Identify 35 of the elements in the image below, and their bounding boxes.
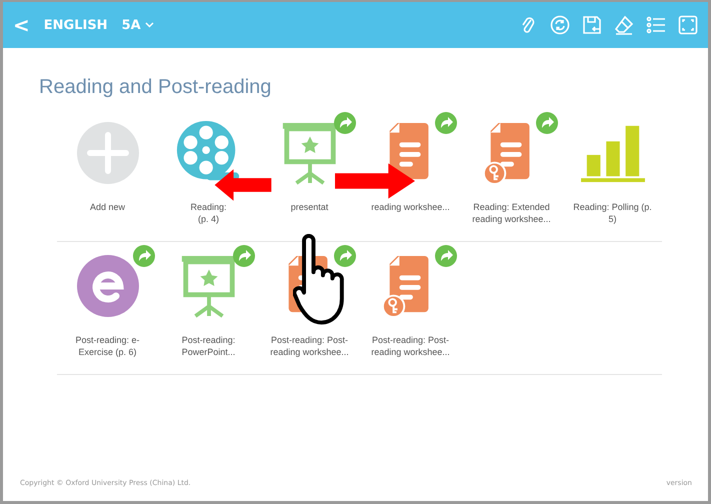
e-exercise-icon [76, 254, 140, 318]
item-label[interactable]: Post-reading: e- [75, 334, 140, 346]
share-icon[interactable] [332, 244, 356, 268]
item-label[interactable]: Exercise (p. 6) [78, 346, 136, 358]
item-label[interactable]: reading workshee... [371, 346, 450, 358]
item-label[interactable]: Post-reading: Post- [270, 334, 348, 346]
sync-icon[interactable] [550, 15, 570, 35]
chevron-down-icon [144, 22, 154, 28]
item-label[interactable]: Reading: [190, 201, 227, 213]
item-label[interactable]: Reading: Polling (p. [573, 201, 652, 213]
share-icon[interactable] [332, 111, 356, 135]
item-label[interactable]: reading workshee... [472, 213, 551, 225]
item-label[interactable]: PowerPoint... [182, 346, 236, 358]
add-icon[interactable] [76, 121, 140, 185]
item-label[interactable]: reading workshee... [270, 346, 349, 358]
subject-title: ENGLISH [44, 18, 108, 32]
hand-pointer-icon [293, 234, 345, 326]
share-icon[interactable] [534, 111, 558, 135]
item-label[interactable]: 5) [608, 213, 616, 225]
item-label[interactable]: Post-reading: Post- [372, 334, 450, 346]
fullscreen-icon[interactable] [678, 15, 698, 35]
share-icon[interactable] [132, 244, 156, 268]
item-label[interactable]: Reading: Extended [473, 201, 550, 213]
share-icon[interactable] [434, 111, 458, 135]
eraser-icon[interactable] [614, 15, 634, 35]
item-label[interactable]: Post-reading: [182, 334, 236, 346]
section-title: Reading and Post-reading [39, 76, 272, 99]
item-label[interactable]: Add new [90, 201, 126, 213]
item-label[interactable]: (p. 4) [198, 213, 219, 225]
share-icon[interactable] [232, 244, 256, 268]
item-label[interactable]: presentat [290, 201, 328, 213]
save-icon[interactable] [582, 15, 602, 35]
share-icon[interactable] [434, 244, 458, 268]
list-icon[interactable] [646, 15, 666, 35]
item-label[interactable]: reading workshee... [371, 201, 450, 213]
